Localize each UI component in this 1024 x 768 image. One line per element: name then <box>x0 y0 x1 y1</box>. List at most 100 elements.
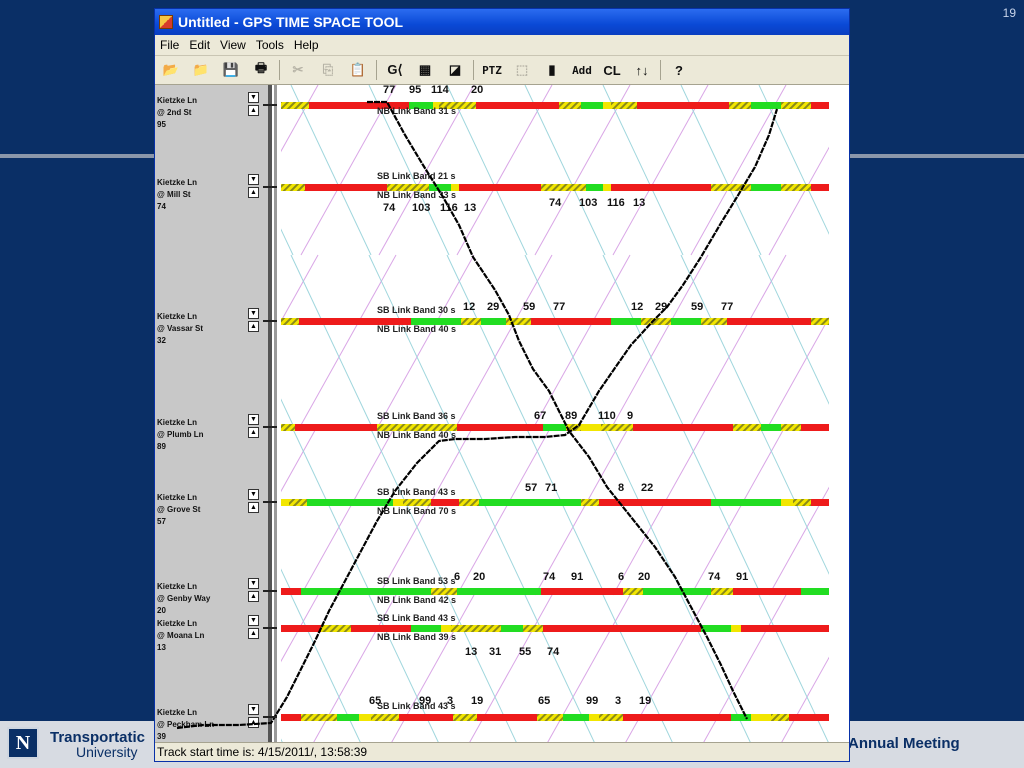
signal-phase-segment <box>599 499 631 506</box>
paste-icon: 📋 <box>349 62 367 77</box>
signal-phase-segment <box>477 714 537 721</box>
link-band-label: NB Link Band 40 s <box>377 430 456 440</box>
signal-phase-segment <box>581 424 601 431</box>
nb-progression-line <box>155 255 240 425</box>
copy-button[interactable]: ⎘ <box>316 59 340 81</box>
nb-progression-line <box>702 594 787 744</box>
signal-phase-segment <box>781 102 811 109</box>
cycle-number-label: 99 <box>419 695 431 707</box>
print-button[interactable]: 🖶 <box>249 59 273 81</box>
sb-progression-line <box>680 424 762 596</box>
signal-phase-segment <box>581 499 599 506</box>
signal-phase-segment <box>501 625 523 632</box>
paste-button[interactable]: 📋 <box>346 59 370 81</box>
sort-button[interactable]: ↑↓ <box>630 59 654 81</box>
nb-gps-track <box>176 108 779 730</box>
footer-meeting-title: Annual Meeting <box>848 735 960 752</box>
signal-phase-segment <box>541 184 586 191</box>
help-button[interactable]: ? <box>667 59 691 81</box>
save-button[interactable]: 💾 <box>219 59 243 81</box>
link-band-label: SB Link Band 43 s <box>377 487 456 497</box>
signal-phase-segment <box>281 499 289 506</box>
cycle-number-label: 77 <box>721 301 733 313</box>
signal-phase-segment <box>793 499 811 506</box>
nb-progression-line <box>768 146 829 256</box>
sb-progression-line <box>281 568 294 596</box>
signal-phase-segment <box>781 625 829 632</box>
cycle-number-label: 59 <box>523 301 535 313</box>
print-icon: 🖶 <box>254 60 268 75</box>
signal-phase-segment <box>281 184 305 191</box>
signal-phase-segment <box>581 102 603 109</box>
signal-phase-segment <box>561 318 611 325</box>
gps-button[interactable]: G⟨ <box>383 59 407 81</box>
signal-phase-segment <box>771 714 789 721</box>
nb-progression-line <box>690 424 787 596</box>
add-button[interactable]: Add <box>570 59 594 81</box>
cycle-number-label: 57 <box>525 482 537 494</box>
signal-phase-segment <box>541 588 623 595</box>
menu-file[interactable]: File <box>155 38 184 52</box>
menu-help[interactable]: Help <box>289 38 324 52</box>
link-band-label: NB Link Band 40 s <box>377 324 456 334</box>
cycle-number-label: 29 <box>487 301 499 313</box>
intersection-tick <box>263 590 277 592</box>
cycle-number-label: 65 <box>538 695 550 707</box>
signal-phase-segment <box>559 102 581 109</box>
cycle-number-label: 74 <box>383 202 396 214</box>
signal-phase-segment <box>411 625 441 632</box>
nb-progression-line <box>546 594 631 744</box>
toolbar: 📂 📁 💾 🖶 ✂ ⎘ 📋 G⟨ ▦ ◪ PTZ ⬚ ▮ Add CL ↑↓? <box>155 56 849 85</box>
diagonal-button[interactable]: ◪ <box>443 59 467 81</box>
sb-progression-line <box>602 85 684 256</box>
signal-phase-segment <box>801 424 829 431</box>
cut-button[interactable]: ✂ <box>286 59 310 81</box>
intersection-tick <box>263 501 277 503</box>
cycle-number-label: 99 <box>586 695 598 707</box>
sb-progression-line <box>837 425 850 595</box>
menu-view[interactable]: View <box>215 38 251 52</box>
open-folder-button[interactable]: 📂 <box>159 59 183 81</box>
toolbar-separator <box>473 60 474 80</box>
open-file-button[interactable]: 📁 <box>189 59 213 81</box>
cycle-number-label: 74 <box>549 197 562 209</box>
signal-phase-segment <box>731 625 741 632</box>
link-band-label: NB Link Band 33 s <box>377 190 456 200</box>
cl-button[interactable]: CL <box>600 59 624 81</box>
cycle-number-label: 31 <box>489 646 501 658</box>
nb-progression-line <box>281 85 319 153</box>
title-bar[interactable]: Untitled - GPS TIME SPACE TOOL <box>155 9 849 35</box>
link-band-label: NB Link Band 70 s <box>377 506 456 516</box>
nb-progression-line <box>768 486 829 596</box>
sb-progression-line <box>837 255 850 425</box>
signal-phase-segment <box>453 714 477 721</box>
signal-phase-segment <box>643 588 711 595</box>
sb-progression-line <box>446 424 528 596</box>
signal-phase-segment <box>603 102 611 109</box>
sb-progression-line <box>680 594 752 744</box>
signal-phase-segment <box>729 102 751 109</box>
sb-progression-line <box>524 594 596 744</box>
cycle-number-label: 67 <box>534 410 546 422</box>
cycle-number-label: 91 <box>736 571 748 583</box>
ptz-button[interactable]: PTZ <box>480 59 504 81</box>
select-icon: ⬚ <box>515 62 529 77</box>
table-button[interactable]: ▦ <box>413 59 437 81</box>
sort-icon: ↑↓ <box>635 62 649 78</box>
nb-progression-line <box>612 85 709 256</box>
sb-progression-line <box>680 85 762 256</box>
signal-phase-segment <box>461 318 481 325</box>
menu-edit[interactable]: Edit <box>184 38 215 52</box>
nb-progression-line <box>468 594 553 744</box>
cycle-number-label: 19 <box>471 695 483 707</box>
cycle-number-label: 6 <box>618 571 624 583</box>
nb-progression-line <box>690 254 787 426</box>
signal-phase-segment <box>307 499 393 506</box>
signal-phase-segment <box>701 625 731 632</box>
signal-phase-segment <box>711 499 781 506</box>
film-button[interactable]: ▮ <box>540 59 564 81</box>
menu-tools[interactable]: Tools <box>251 38 289 52</box>
cycle-number-label: 20 <box>638 571 650 583</box>
signal-phase-segment <box>359 714 371 721</box>
select-button[interactable]: ⬚ <box>510 59 534 81</box>
